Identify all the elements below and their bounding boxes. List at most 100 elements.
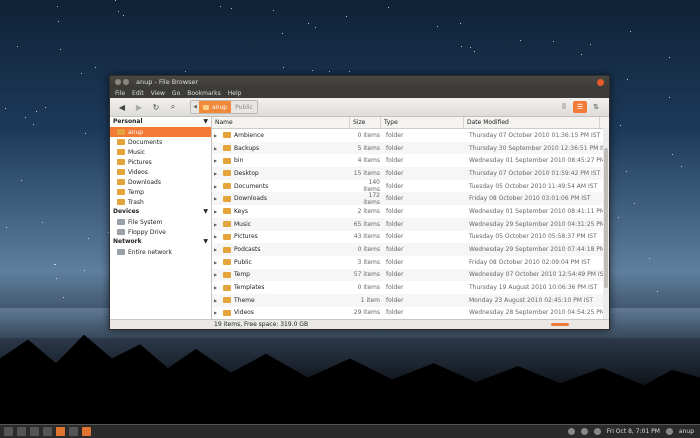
icon-view-icon[interactable]: ⠿	[557, 101, 571, 113]
folder-task-icon[interactable]	[69, 427, 78, 436]
sidebar-item-downloads[interactable]: Downloads	[110, 177, 211, 187]
file-browser-task-icon[interactable]	[82, 427, 91, 436]
status-bar: 19 items, Free space: 319.0 GB	[110, 319, 609, 329]
column-size[interactable]: Size	[350, 117, 381, 128]
maximize-button[interactable]	[123, 79, 129, 85]
terminal-icon[interactable]	[17, 427, 26, 436]
expander-icon[interactable]: ▶	[214, 196, 220, 201]
collapse-icon[interactable]: ▼	[203, 238, 208, 246]
section-network[interactable]: Network ▼	[110, 237, 211, 247]
app-launcher-icon[interactable]	[30, 427, 39, 436]
menu-go[interactable]: Go	[172, 90, 180, 97]
cell-size: 5 items	[357, 144, 380, 152]
column-date-modified[interactable]: Date Modified	[464, 117, 600, 128]
sidebar-item-pictures[interactable]: Pictures	[110, 157, 211, 167]
expander-icon[interactable]: ▶	[214, 310, 220, 315]
expander-icon[interactable]: ▶	[214, 285, 220, 290]
sidebar-item-label: anup	[128, 128, 144, 136]
expander-icon[interactable]: ▶	[214, 234, 220, 239]
forward-icon[interactable]: ▶	[133, 101, 145, 113]
expander-icon[interactable]: ▶	[214, 184, 220, 189]
sidebar-item-entire-network[interactable]: Entire network	[110, 247, 211, 257]
cell-type: folder	[386, 296, 404, 304]
network-icon[interactable]	[567, 428, 575, 435]
user-icon[interactable]	[665, 428, 673, 435]
scrollbar-thumb[interactable]	[604, 148, 608, 288]
compact-view-icon[interactable]: ⇅	[589, 101, 603, 113]
table-row[interactable]: ▶ Templates 0 items folder Thursday 19 Augus…	[212, 281, 609, 294]
table-row[interactable]: ▶ Downloads 172 items folder Friday 08 Octob…	[212, 192, 609, 206]
expander-icon[interactable]: ▶	[214, 146, 220, 151]
mail-icon[interactable]	[593, 428, 601, 435]
expander-icon[interactable]: ▶	[214, 272, 220, 277]
collapse-icon[interactable]: ▼	[203, 118, 208, 126]
close-button[interactable]	[597, 78, 604, 86]
show-desktop-icon[interactable]	[4, 427, 13, 436]
section-personal[interactable]: Personal ▼	[110, 117, 211, 127]
reload-icon[interactable]: ↻	[150, 101, 162, 113]
sidebar-item-floppy-drive[interactable]: Floppy Drive	[110, 227, 211, 237]
table-row[interactable]: ▶ Podcasts 0 items folder Wednesday 29 Septe…	[212, 243, 609, 256]
table-row[interactable]: ▶ Ambience 0 items folder Thursday 07 Octobe…	[212, 129, 609, 142]
breadcrumb-public[interactable]: Public	[231, 101, 257, 113]
sidebar-item-trash[interactable]: Trash	[110, 197, 211, 207]
sidebar-item-label: Trash	[128, 198, 144, 206]
file-name: Ambience	[234, 131, 264, 139]
search-icon[interactable]: ⌕	[167, 101, 179, 113]
menu-bookmarks[interactable]: Bookmarks	[187, 90, 221, 97]
column-name[interactable]: Name	[212, 117, 350, 128]
cell-date: Wednesday 01 September 2010 08:41:11 PM …	[469, 207, 609, 215]
table-row[interactable]: ▶ Backups 5 items folder Thursday 30 Septemb…	[212, 141, 609, 155]
menu-edit[interactable]: Edit	[132, 90, 144, 97]
expander-icon[interactable]: ▶	[214, 298, 220, 303]
breadcrumb-home[interactable]: anup	[199, 101, 232, 113]
sidebar-item-file-system[interactable]: File System	[110, 217, 211, 227]
table-row[interactable]: ▶ Theme 1 item folder Monday 23 August 2010 …	[212, 293, 609, 307]
section-devices[interactable]: Devices ▼	[110, 207, 211, 217]
expander-icon[interactable]: ▶	[214, 222, 220, 227]
minimize-button[interactable]	[115, 79, 121, 85]
cell-date: Thursday 30 September 2010 12:36:51 PM I…	[469, 144, 609, 152]
table-row[interactable]: ▶ Keys 2 items folder Wednesday 01 September…	[212, 205, 609, 218]
expander-icon[interactable]: ▶	[214, 209, 220, 214]
cell-name: ▶ Keys	[212, 208, 352, 215]
sidebar-item-documents[interactable]: Documents	[110, 137, 211, 147]
sidebar-item-label: Temp	[128, 188, 144, 196]
table-row[interactable]: ▶ Pictures 43 items folder Tuesday 05 Octobe…	[212, 231, 609, 244]
table-row[interactable]: ▶ Music 65 items folder Wednesday 29 Septemb…	[212, 217, 609, 231]
menu-file[interactable]: File	[115, 90, 125, 97]
files-icon[interactable]	[43, 427, 52, 436]
expander-icon[interactable]: ▶	[214, 260, 220, 265]
sidebar-item-music[interactable]: Music	[110, 147, 211, 157]
list-view-icon[interactable]: ☰	[573, 101, 587, 113]
zoom-slider[interactable]	[551, 323, 569, 326]
table-row[interactable]: ▶ Videos 29 items folder Wednesday 28 Septem…	[212, 307, 609, 320]
expander-icon[interactable]: ▶	[214, 158, 220, 163]
table-row[interactable]: ▶ bin 4 items folder Wednesday 01 September …	[212, 154, 609, 167]
title-bar[interactable]: anup - File Browser	[110, 76, 609, 88]
collapse-icon[interactable]: ▼	[203, 208, 208, 216]
menu-view[interactable]: View	[151, 90, 165, 97]
clock[interactable]: Fri Oct 8, 7:01 PM	[607, 428, 660, 435]
sidebar-item-videos[interactable]: Videos	[110, 167, 211, 177]
section-devices-label: Devices	[113, 208, 140, 215]
star	[436, 25, 438, 27]
table-row[interactable]: ▶ Documents 140 items folder Tuesday 05 Octo…	[212, 179, 609, 193]
firefox-icon[interactable]	[56, 427, 65, 436]
sidebar-item-label: Entire network	[128, 248, 172, 256]
table-row[interactable]: ▶ Temp 57 items folder Wednesday 07 October …	[212, 268, 609, 282]
menu-help[interactable]: Help	[228, 90, 242, 97]
sidebar-item-temp[interactable]: Temp	[110, 187, 211, 197]
column-type[interactable]: Type	[381, 117, 464, 128]
username[interactable]: anup	[679, 428, 694, 435]
back-icon[interactable]: ◀	[116, 101, 128, 113]
vertical-scrollbar[interactable]	[603, 128, 609, 320]
expander-icon[interactable]: ▶	[214, 133, 220, 138]
expander-icon[interactable]: ▶	[214, 247, 220, 252]
table-row[interactable]: ▶ Public 3 items folder Friday 08 October 20…	[212, 256, 609, 269]
expander-icon[interactable]: ▶	[214, 171, 220, 176]
table-row[interactable]: ▶ Desktop 15 items folder Thursday 07 Octobe…	[212, 167, 609, 180]
breadcrumb-left-arrow-icon[interactable]: ◀	[191, 104, 199, 110]
volume-icon[interactable]	[580, 428, 588, 435]
sidebar-item-anup[interactable]: anup	[110, 127, 211, 137]
